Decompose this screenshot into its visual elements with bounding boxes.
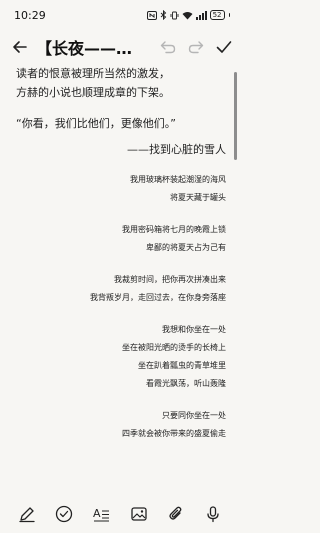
poem-line: 坐在趴着瓢虫的青草堆里 [138, 361, 226, 370]
image-icon [130, 507, 147, 521]
checklist-button[interactable] [52, 502, 76, 526]
signal-icon [195, 10, 207, 20]
battery-level: 52 [212, 11, 222, 19]
redo-button[interactable] [188, 40, 204, 54]
status-bar: 10:29 52 [0, 0, 240, 30]
status-time: 10:29 [14, 8, 46, 22]
poem: 我用玻璃杯装起潮湿的海风 将夏天藏于罐头 我用密码箱将七月的晚霞上锁 卑鄙的将夏… [16, 171, 226, 443]
nfc-icon [146, 10, 157, 20]
checklist-icon [55, 505, 73, 523]
check-icon [216, 41, 232, 53]
scrollbar[interactable] [234, 72, 237, 160]
undo-icon [160, 41, 176, 54]
quote: “你看，我们比他们，更像他们。” [16, 117, 176, 130]
done-button[interactable] [216, 40, 232, 54]
poem-line: 卑鄙的将夏天占为己有 [146, 243, 226, 252]
redo-icon [188, 41, 204, 54]
poem-line: 我用玻璃杯装起潮湿的海风 [130, 175, 226, 184]
paragraph: 读者的恨意被理所当然的激发， [16, 67, 170, 80]
attachment-icon [169, 506, 182, 520]
battery-indicator: 52 [209, 10, 225, 20]
poem-line: 我想和你坐在一处 [162, 325, 226, 334]
poem-line: 看霞光飘荡，听山轰隆 [146, 379, 226, 388]
note-body[interactable]: 读者的恨意被理所当然的激发， 方赫的小说也顺理成章的下架。 “你看，我们比他们，… [0, 64, 240, 494]
status-icons: 52 [146, 10, 230, 20]
editor-toolbar: 【长夜——雪人】 [0, 30, 240, 64]
back-button[interactable] [12, 39, 28, 55]
wifi-icon [182, 11, 193, 19]
back-arrow-icon [13, 41, 27, 53]
handwriting-button[interactable] [15, 502, 39, 526]
poem-line: 四季就会被你带来的盛夏偷走 [122, 429, 226, 438]
text-format-button[interactable]: A [89, 502, 113, 526]
poem-line: 只要同你坐在一处 [162, 411, 226, 420]
note-title[interactable]: 【长夜——雪人】 [36, 35, 136, 59]
paragraph: 方赫的小说也顺理成章的下架。 [16, 86, 170, 99]
attachment-button[interactable] [164, 502, 188, 526]
signature: ——找到心脏的雪人 [127, 143, 226, 156]
poem-line: 我裁剪时间，把你再次拼凑出来 [114, 275, 226, 284]
poem-line: 将夏天藏于罐头 [170, 193, 226, 202]
svg-text:A: A [93, 507, 101, 520]
undo-button[interactable] [160, 40, 176, 54]
poem-line: 坐在被阳光晒的烫手的长椅上 [122, 343, 226, 352]
text-format-icon: A [93, 507, 110, 522]
pen-icon [19, 507, 35, 523]
bluetooth-icon [160, 10, 166, 20]
microphone-icon [207, 506, 219, 523]
voice-input-button[interactable] [201, 502, 225, 526]
battery-tip [228, 13, 230, 17]
poem-line: 我用密码箱将七月的晚霞上锁 [122, 225, 226, 234]
bottom-toolbar: A [0, 495, 240, 533]
insert-image-button[interactable] [127, 502, 151, 526]
vibrate-icon [170, 11, 179, 19]
poem-line: 我背叛岁月，走回过去，在你身旁落座 [90, 293, 226, 302]
